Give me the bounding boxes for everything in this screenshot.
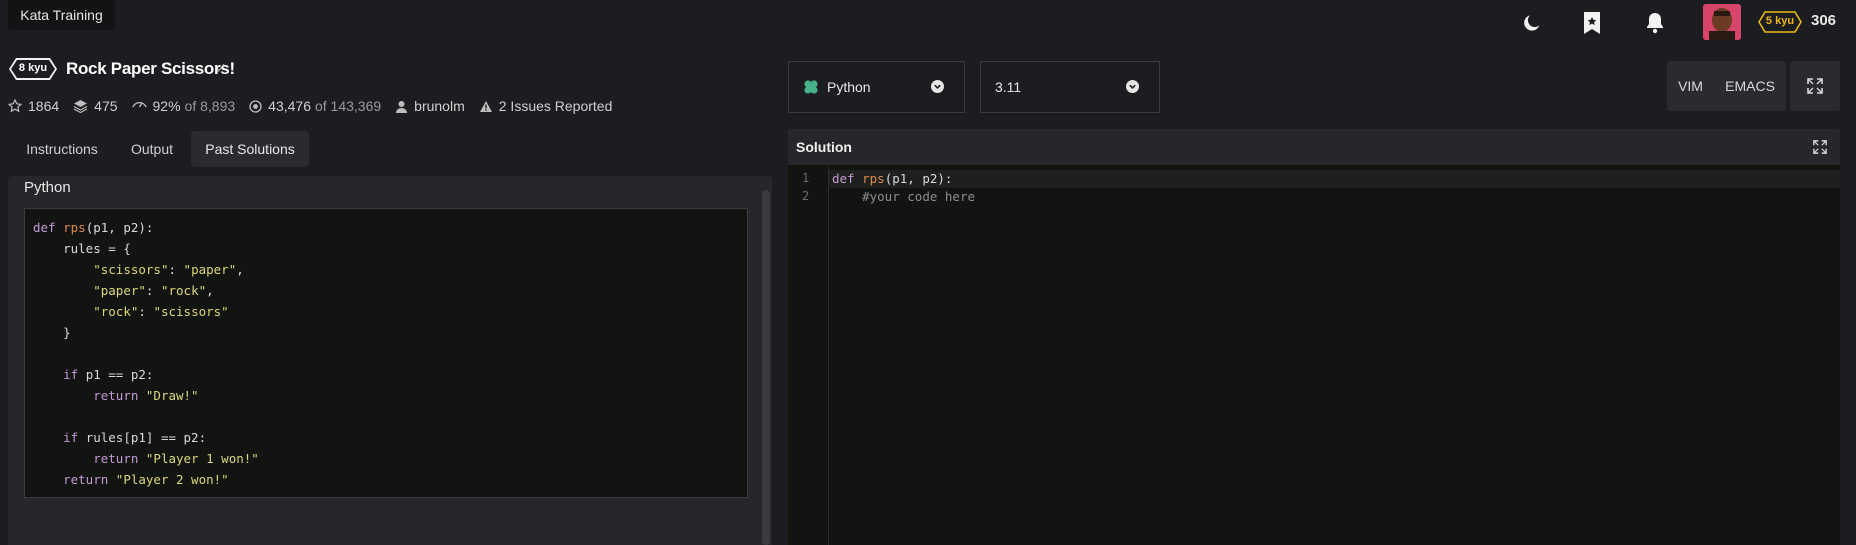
stars-count: 1864 [28, 98, 60, 114]
avatar[interactable] [1703, 4, 1741, 40]
completed-check-icon: ✓ [215, 60, 227, 76]
python-icon [804, 80, 818, 94]
solution-code[interactable]: def rps(p1, p2): #your code here [832, 170, 975, 206]
collections-stat[interactable]: 475 [73, 98, 118, 114]
completions-total: of 143,369 [314, 98, 382, 114]
layers-icon [73, 100, 88, 113]
bell-icon[interactable] [1642, 10, 1668, 36]
honor-count: 306 [1811, 12, 1837, 29]
solution-header [788, 129, 1840, 165]
collections-count: 475 [94, 98, 118, 114]
satisfaction-votes: of 8,893 [184, 98, 236, 114]
editor-gutter: 1 2 [788, 165, 829, 545]
kata-stats: 1864 475 92% of 8,893 43,476 of 143,369 … [8, 98, 626, 114]
version-select[interactable]: 3.11 [980, 61, 1160, 113]
star-icon [8, 99, 22, 113]
version-select-value: 3.11 [995, 79, 1022, 95]
kata-rank-badge: 8 kyu [8, 57, 58, 81]
user-rank-badge[interactable]: 5 kyu [1758, 11, 1802, 33]
issues-stat[interactable]: 2 Issues Reported [479, 98, 613, 114]
completions-stat: 43,476 of 143,369 [249, 98, 381, 114]
stars-stat[interactable]: 1864 [8, 98, 59, 114]
target-icon [249, 99, 262, 113]
kata-training-tab[interactable]: Kata Training [8, 0, 115, 30]
solution-language-label: Python [24, 179, 71, 196]
emacs-mode-button[interactable]: EMACS [1725, 78, 1775, 94]
issues-count: 2 Issues Reported [498, 98, 613, 114]
solution-editor[interactable] [788, 165, 1840, 545]
moon-icon[interactable] [1519, 10, 1545, 36]
chevron-down-icon [1126, 80, 1139, 93]
expand-icon [1807, 78, 1823, 94]
expand-icon[interactable] [1813, 140, 1827, 159]
user-rank-label: 5 kyu [1765, 15, 1795, 27]
solution-title: Solution [796, 139, 852, 155]
eye-icon [131, 101, 147, 108]
author-name: brunolm [414, 98, 465, 114]
satisfaction-stat: 92% of 8,893 [131, 98, 236, 114]
line-number: 1 [802, 171, 810, 185]
warning-icon [479, 100, 492, 112]
fullscreen-button[interactable] [1790, 61, 1840, 111]
past-solution-code: def rps(p1, p2): rules = { "scissors": "… [24, 208, 748, 498]
bookmark-icon[interactable] [1579, 10, 1605, 36]
vim-mode-button[interactable]: VIM [1678, 78, 1703, 94]
active-line-highlight [829, 170, 1840, 188]
kata-title: Rock Paper Scissors! [66, 59, 235, 78]
user-icon [396, 100, 408, 113]
language-select-value: Python [827, 79, 871, 95]
kata-rank-label: 8 kyu [18, 62, 48, 74]
editor-mode-group: VIM EMACS [1667, 61, 1786, 111]
tab-past-solutions[interactable]: Past Solutions [191, 131, 309, 167]
satisfaction-pct: 92% [152, 98, 181, 114]
tab-output[interactable]: Output [118, 131, 186, 167]
line-number: 2 [802, 189, 810, 203]
language-select[interactable]: Python [788, 61, 965, 113]
chevron-down-icon [931, 80, 944, 93]
completions-count: 43,476 [268, 98, 311, 114]
author-stat[interactable]: brunolm [395, 98, 465, 114]
left-panel-scrollbar[interactable] [762, 190, 770, 545]
tab-instructions[interactable]: Instructions [14, 131, 110, 167]
